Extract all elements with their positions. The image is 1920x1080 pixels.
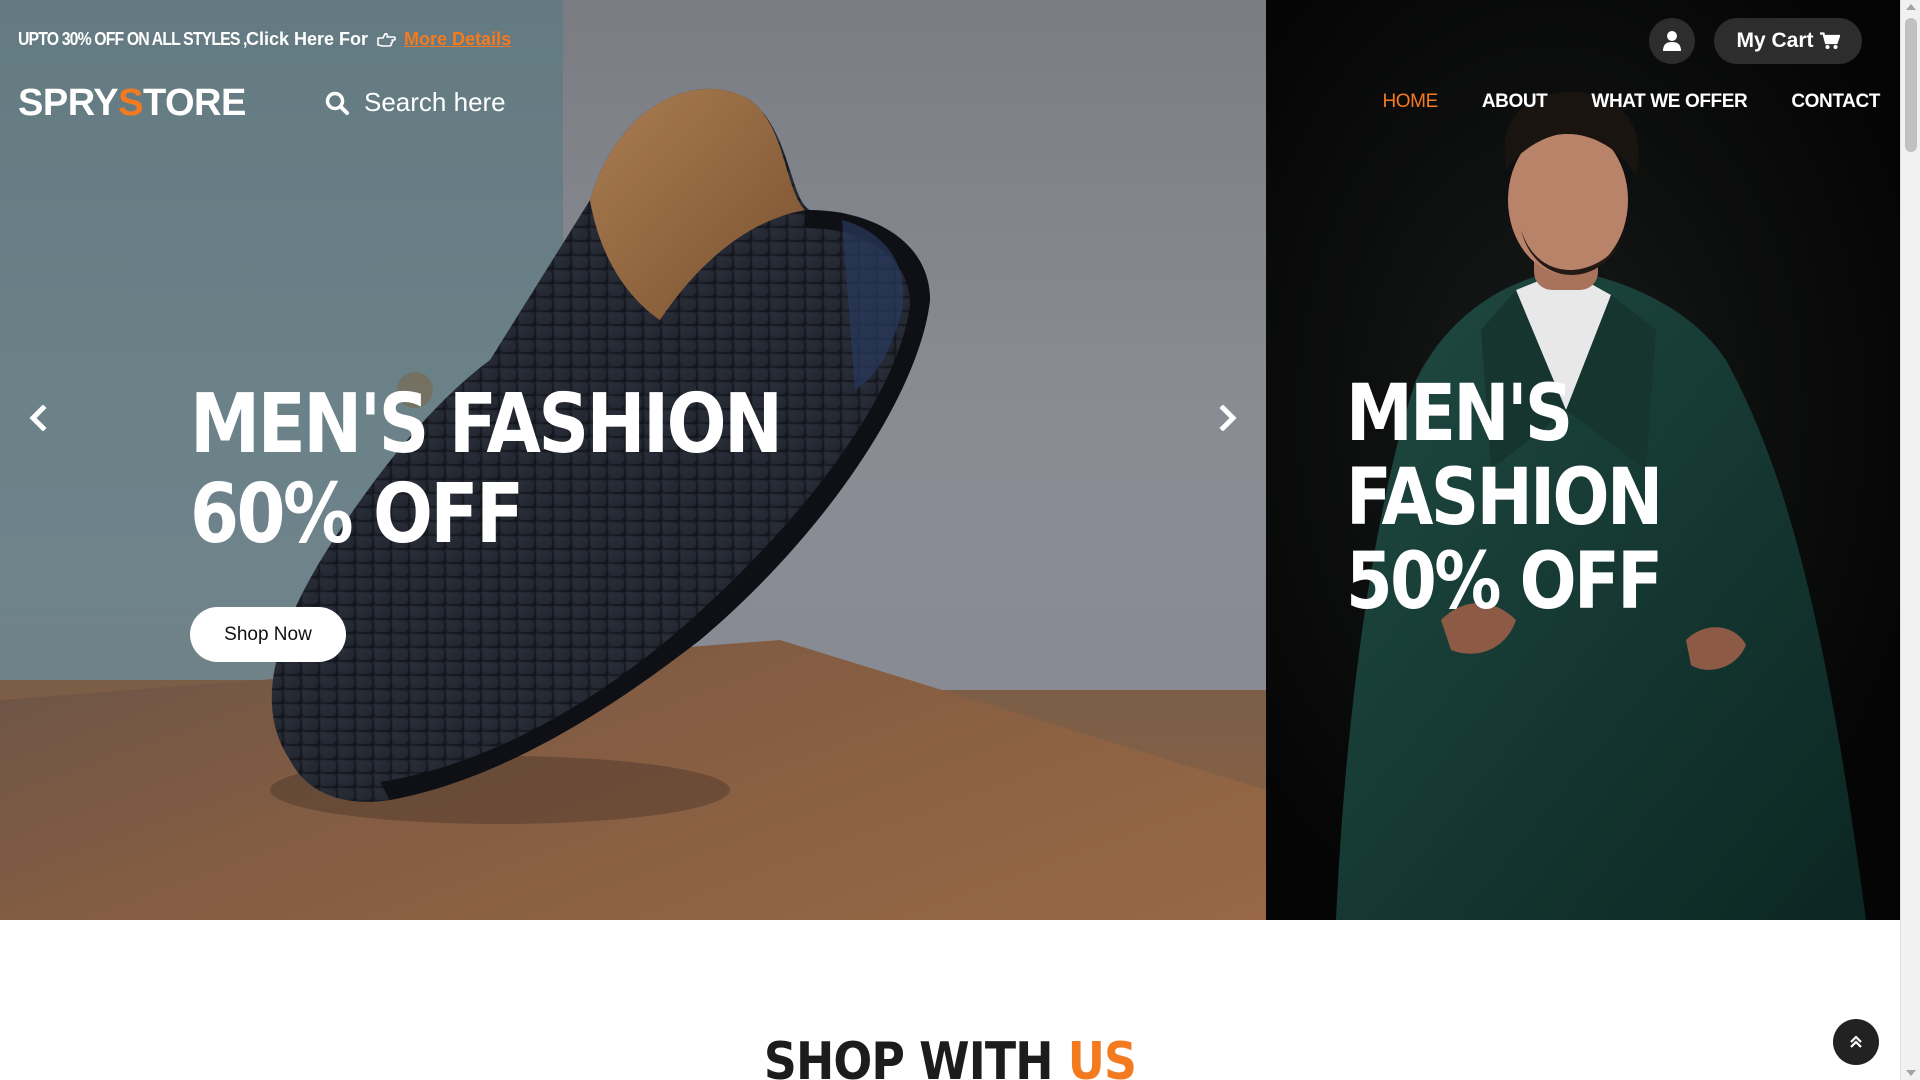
chevron-right-icon [1219, 405, 1237, 431]
page-scrollbar[interactable] [1900, 0, 1920, 1080]
headline-line2: 60% OFF [190, 467, 524, 562]
double-chevron-up-icon [1850, 1035, 1862, 1048]
section-title: SHOP WITH US [114, 1032, 1786, 1080]
nav-about[interactable]: ABOUT [1482, 91, 1548, 113]
promo-text: UPTO 30% OFF ON ALL STYLES , [18, 29, 247, 49]
store-logo[interactable]: SPRYSTORE [18, 82, 246, 125]
more-details-link[interactable]: More Details [404, 29, 511, 50]
nav-home[interactable]: HOME [1382, 91, 1438, 113]
hero-carousel: MEN'S FASHION 60% OFF Shop Now MEN'S FAS… [0, 0, 1900, 920]
headline-line1: MEN'S FASHION [1346, 369, 1663, 543]
search-bar [324, 87, 584, 118]
slide-model: MEN'S FASHION 50% OFF [1266, 0, 1900, 920]
slide-shoe: MEN'S FASHION 60% OFF Shop Now [0, 0, 1266, 920]
hand-point-right-icon [376, 32, 396, 48]
nav-contact[interactable]: CONTACT [1791, 91, 1880, 113]
slide-headline-2: MEN'S FASHION 50% OFF [1346, 372, 1822, 624]
carousel-prev-button[interactable] [20, 400, 56, 436]
cart-button[interactable]: My Cart [1714, 18, 1862, 64]
promo-click-text: Click Here For [246, 29, 369, 49]
scroll-thumb[interactable] [1905, 18, 1917, 152]
user-icon [1663, 31, 1681, 51]
search-icon[interactable] [324, 90, 350, 116]
promo-bar: UPTO 30% OFF ON ALL STYLES , Click Here … [18, 29, 511, 50]
nav-what-we-offer[interactable]: WHAT WE OFFER [1591, 91, 1747, 113]
cart-label: My Cart [1736, 29, 1814, 52]
headline-line2: 50% OFF [1346, 537, 1663, 627]
chevron-left-icon [29, 405, 47, 431]
scroll-down-arrow[interactable] [1906, 1070, 1916, 1076]
shop-now-button[interactable]: Shop Now [190, 607, 346, 662]
logo-part1: SPRY [18, 82, 119, 124]
back-to-top-button[interactable] [1833, 1019, 1879, 1065]
logo-part2: TORE [142, 82, 246, 124]
search-input[interactable] [364, 87, 584, 118]
headline-line1: MEN'S FASHION [190, 377, 783, 472]
carousel-next-button[interactable] [1210, 400, 1246, 436]
section-title-accent: US [1067, 1032, 1137, 1080]
logo-accent: S [118, 82, 143, 124]
cart-icon [1819, 32, 1840, 50]
slide-headline-1: MEN'S FASHION 60% OFF [190, 377, 783, 562]
account-button[interactable] [1649, 18, 1695, 64]
scroll-up-arrow[interactable] [1906, 4, 1916, 10]
main-nav: HOME ABOUT WHAT WE OFFER CONTACT [1382, 91, 1880, 113]
section-title-main: SHOP WITH [763, 1032, 1054, 1080]
